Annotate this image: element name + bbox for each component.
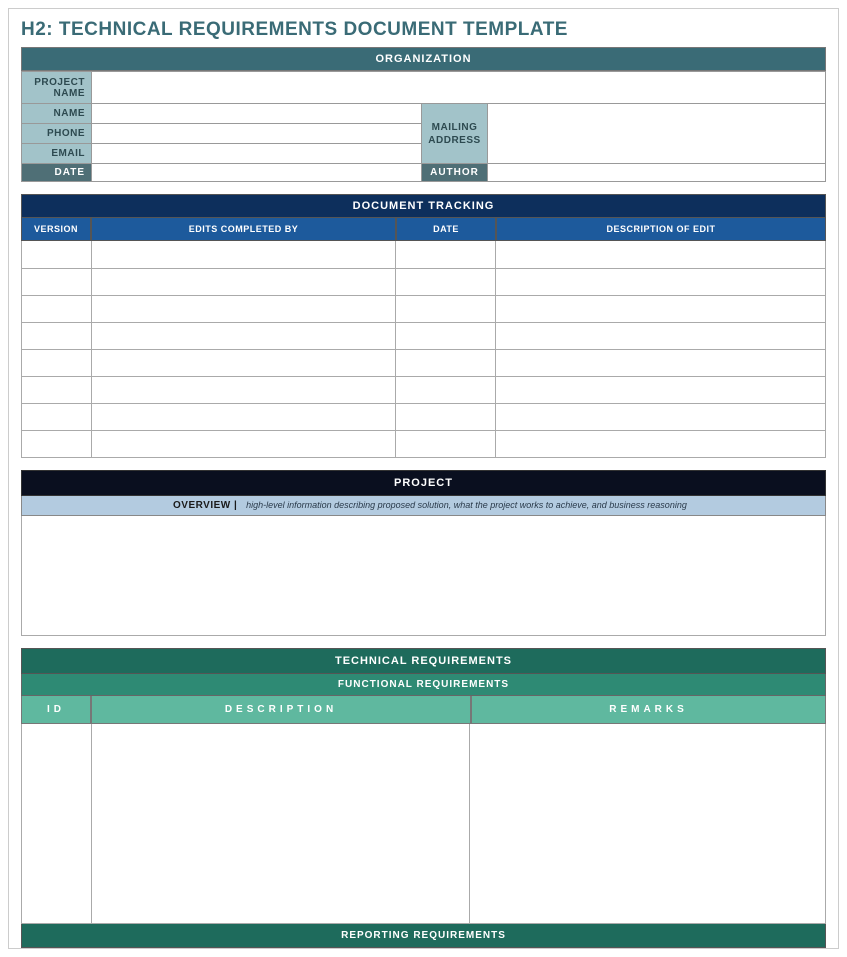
value-phone[interactable] bbox=[92, 124, 422, 144]
cell-description[interactable] bbox=[496, 268, 826, 295]
cell-date[interactable] bbox=[396, 403, 496, 430]
col-description: DESCRIPTION OF EDIT bbox=[496, 218, 826, 241]
table-row bbox=[22, 349, 826, 376]
cell-version[interactable] bbox=[22, 322, 92, 349]
reporting-header: REPORTING REQUIREMENTS bbox=[21, 924, 826, 948]
cell-edits-by[interactable] bbox=[92, 322, 396, 349]
functional-columns: ID DESCRIPTION REMARKS bbox=[21, 696, 826, 724]
cell-version[interactable] bbox=[22, 349, 92, 376]
func-cell-description[interactable] bbox=[92, 724, 470, 923]
cell-edits-by[interactable] bbox=[92, 430, 396, 457]
cell-description[interactable] bbox=[496, 241, 826, 268]
table-row bbox=[22, 430, 826, 457]
tracking-header: DOCUMENT TRACKING bbox=[21, 194, 826, 218]
functional-body bbox=[21, 724, 826, 924]
label-name: NAME bbox=[22, 104, 92, 124]
cell-date[interactable] bbox=[396, 268, 496, 295]
overview-label: OVERVIEW | bbox=[173, 500, 237, 511]
organization-table: PROJECT NAME NAME MAILING ADDRESS PHONE … bbox=[21, 71, 826, 182]
overview-body[interactable] bbox=[21, 516, 826, 636]
tracking-rows bbox=[21, 241, 826, 458]
table-row bbox=[22, 295, 826, 322]
page-title: H2: TECHNICAL REQUIREMENTS DOCUMENT TEMP… bbox=[21, 19, 826, 41]
col-date: DATE bbox=[396, 218, 496, 241]
cell-edits-by[interactable] bbox=[92, 349, 396, 376]
cell-date[interactable] bbox=[396, 349, 496, 376]
document-page: H2: TECHNICAL REQUIREMENTS DOCUMENT TEMP… bbox=[8, 8, 839, 949]
organization-header: ORGANIZATION bbox=[21, 47, 826, 71]
cell-version[interactable] bbox=[22, 241, 92, 268]
cell-description[interactable] bbox=[496, 376, 826, 403]
technical-header: TECHNICAL REQUIREMENTS bbox=[21, 648, 826, 674]
value-author[interactable] bbox=[488, 164, 826, 182]
cell-version[interactable] bbox=[22, 403, 92, 430]
col-id: ID bbox=[21, 696, 91, 724]
cell-date[interactable] bbox=[396, 430, 496, 457]
cell-description[interactable] bbox=[496, 295, 826, 322]
cell-version[interactable] bbox=[22, 295, 92, 322]
table-row bbox=[22, 322, 826, 349]
label-author: AUTHOR bbox=[422, 164, 488, 182]
table-row bbox=[22, 268, 826, 295]
value-name[interactable] bbox=[92, 104, 422, 124]
project-header: PROJECT bbox=[21, 470, 826, 496]
cell-edits-by[interactable] bbox=[92, 268, 396, 295]
cell-date[interactable] bbox=[396, 322, 496, 349]
cell-description[interactable] bbox=[496, 403, 826, 430]
col-remarks: REMARKS bbox=[471, 696, 826, 724]
cell-version[interactable] bbox=[22, 268, 92, 295]
func-cell-remarks[interactable] bbox=[470, 724, 825, 923]
cell-date[interactable] bbox=[396, 241, 496, 268]
label-phone: PHONE bbox=[22, 124, 92, 144]
cell-edits-by[interactable] bbox=[92, 241, 396, 268]
func-cell-id[interactable] bbox=[22, 724, 92, 923]
col-version: VERSION bbox=[21, 218, 91, 241]
value-date[interactable] bbox=[92, 164, 422, 182]
cell-edits-by[interactable] bbox=[92, 295, 396, 322]
label-project-name: PROJECT NAME bbox=[22, 72, 92, 104]
col-func-description: DESCRIPTION bbox=[91, 696, 471, 724]
table-row bbox=[22, 376, 826, 403]
cell-description[interactable] bbox=[496, 322, 826, 349]
overview-bar: OVERVIEW | high-level information descri… bbox=[21, 496, 826, 516]
cell-date[interactable] bbox=[396, 295, 496, 322]
cell-description[interactable] bbox=[496, 430, 826, 457]
label-email: EMAIL bbox=[22, 144, 92, 164]
cell-edits-by[interactable] bbox=[92, 376, 396, 403]
overview-note: high-level information describing propos… bbox=[246, 500, 687, 510]
cell-version[interactable] bbox=[22, 376, 92, 403]
cell-date[interactable] bbox=[396, 376, 496, 403]
table-row bbox=[22, 403, 826, 430]
table-row bbox=[22, 241, 826, 268]
cell-edits-by[interactable] bbox=[92, 403, 396, 430]
cell-description[interactable] bbox=[496, 349, 826, 376]
cell-version[interactable] bbox=[22, 430, 92, 457]
col-edits-by: EDITS COMPLETED BY bbox=[91, 218, 396, 241]
tracking-columns: VERSION EDITS COMPLETED BY DATE DESCRIPT… bbox=[21, 218, 826, 241]
value-email[interactable] bbox=[92, 144, 422, 164]
value-project-name[interactable] bbox=[92, 72, 826, 104]
label-mailing-address: MAILING ADDRESS bbox=[422, 104, 488, 164]
label-date: DATE bbox=[22, 164, 92, 182]
value-mailing-address[interactable] bbox=[488, 104, 826, 164]
functional-header: FUNCTIONAL REQUIREMENTS bbox=[21, 674, 826, 696]
